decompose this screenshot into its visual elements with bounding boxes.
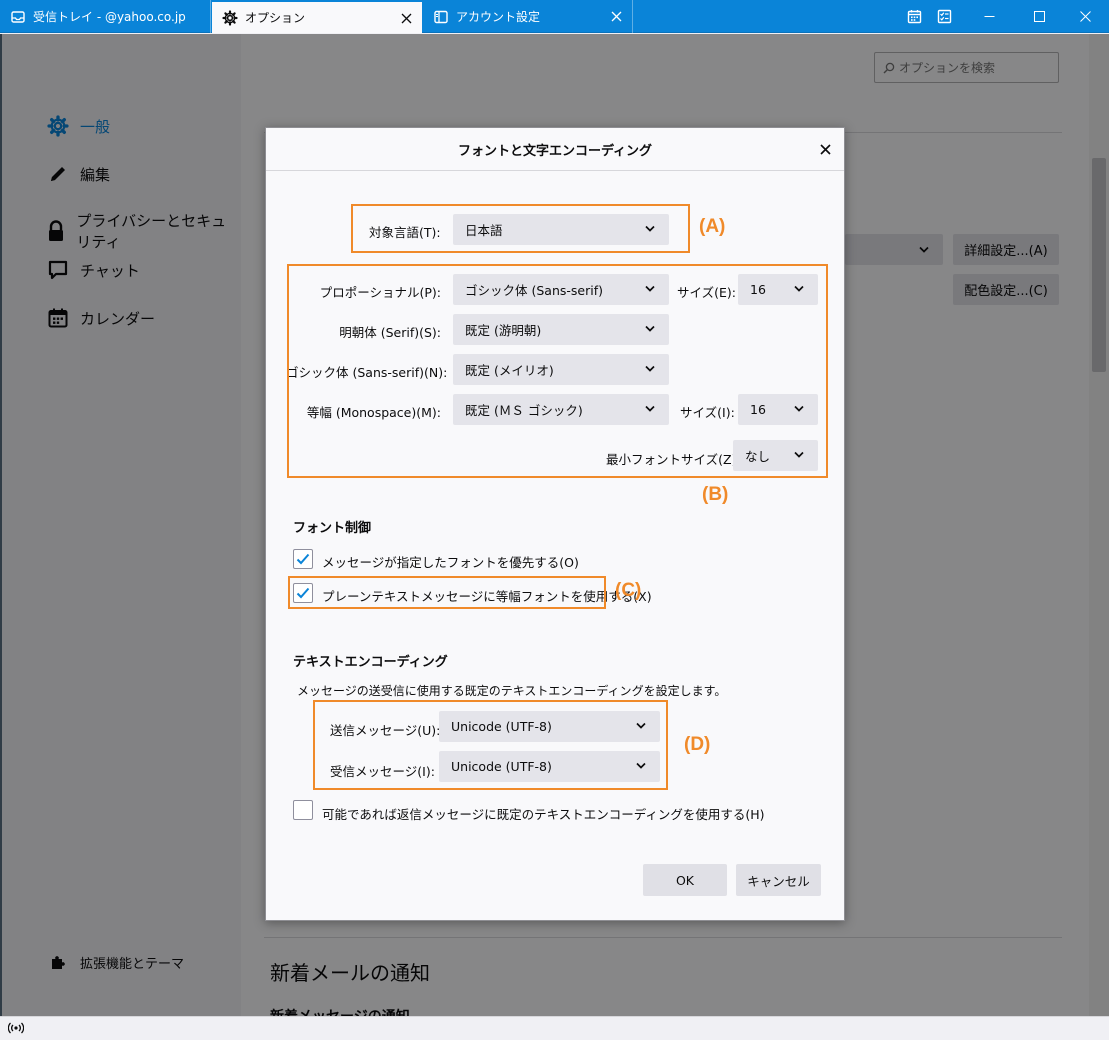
annotation-label-d: (D): [684, 734, 711, 755]
account-settings-icon: [433, 9, 449, 25]
tab-account-settings[interactable]: アカウント設定: [423, 0, 633, 33]
reply-encoding-label[interactable]: 可能であれば返信メッセージに既定のテキストエンコーディングを使用する(H): [322, 804, 765, 823]
tab-label: オプション: [245, 11, 306, 25]
annotation-box-b: [287, 264, 828, 478]
maximize-icon[interactable]: [1016, 0, 1062, 33]
text-encoding-heading: テキストエンコーディング: [293, 655, 448, 670]
annotation-box-c: [288, 576, 606, 609]
checkmark-icon: [296, 553, 310, 565]
annotation-label-b: (B): [702, 484, 729, 505]
annotation-box-d: [313, 700, 668, 790]
prefer-fonts-checkbox[interactable]: [293, 549, 313, 569]
reply-encoding-checkbox[interactable]: [293, 800, 313, 820]
cancel-button[interactable]: キャンセル: [736, 864, 821, 896]
close-icon[interactable]: [398, 10, 414, 26]
minimize-icon[interactable]: [966, 0, 1012, 33]
annotation-box-a: [351, 204, 690, 253]
close-icon[interactable]: [608, 8, 624, 24]
online-status-icon[interactable]: [7, 1021, 25, 1039]
annotation-label-a: (A): [699, 216, 726, 237]
tab-options[interactable]: オプション: [212, 0, 422, 33]
dialog-title: フォントと文字エンコーディング: [457, 143, 653, 159]
ok-button[interactable]: OK: [643, 864, 727, 896]
dialog-header: フォントと文字エンコーディング: [266, 128, 844, 171]
inbox-icon: [10, 9, 26, 25]
window-close-icon[interactable]: [1062, 0, 1108, 33]
annotation-label-c: (C): [615, 580, 642, 601]
prefer-fonts-label[interactable]: メッセージが指定したフォントを優先する(O): [322, 552, 579, 571]
tab-label: 受信トレイ - @yahoo.co.jp: [33, 10, 186, 24]
title-bar: 受信トレイ - @yahoo.co.jp オプション アカウント設定: [0, 0, 1109, 33]
text-encoding-description: メッセージの送受信に使用する既定のテキストエンコーディングを設定します。: [297, 684, 727, 698]
tab-inbox[interactable]: 受信トレイ - @yahoo.co.jp: [0, 0, 211, 33]
tab-label: アカウント設定: [456, 10, 541, 24]
gear-icon: [222, 9, 238, 26]
close-icon[interactable]: [816, 140, 834, 158]
status-bar: [0, 1016, 1109, 1040]
font-control-heading: フォント制御: [293, 521, 372, 536]
tasks-icon[interactable]: [924, 0, 964, 33]
